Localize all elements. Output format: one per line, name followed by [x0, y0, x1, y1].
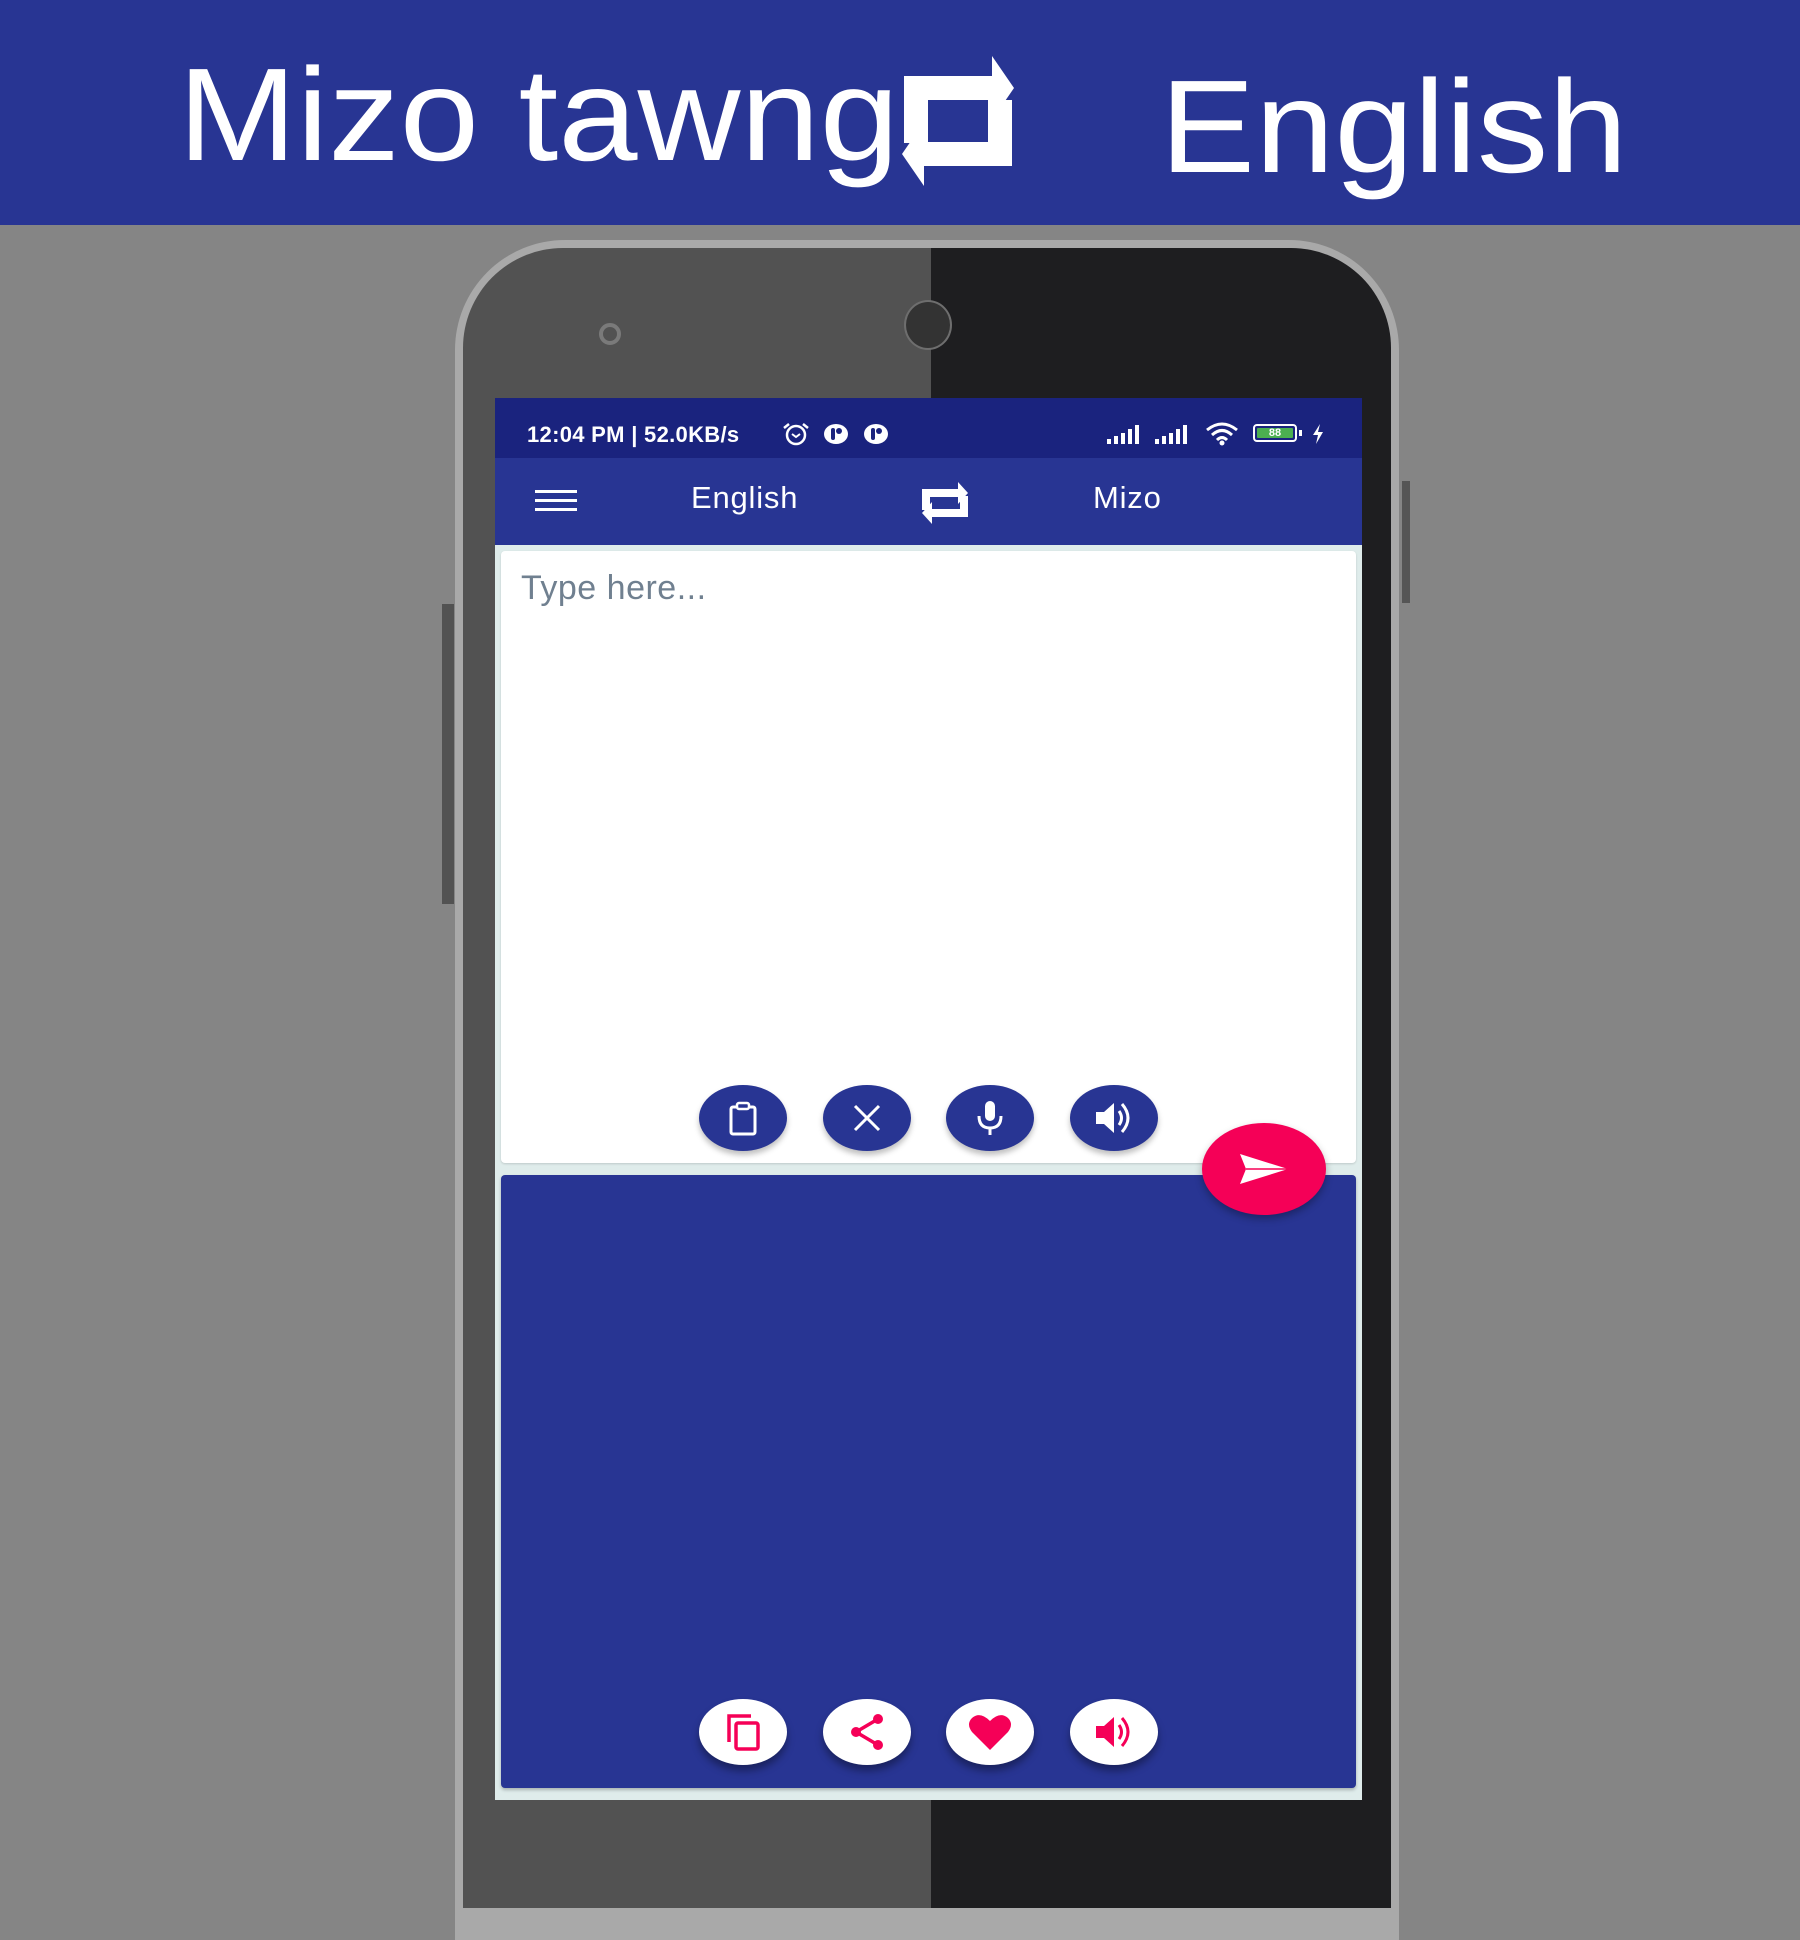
share-button[interactable] [823, 1699, 911, 1765]
translate-send-button[interactable] [1202, 1123, 1326, 1215]
voice-input-button[interactable] [946, 1085, 1034, 1151]
phone-screen: 12:04 PM | 52.0KB/s 88 English Mizo Type… [495, 398, 1362, 1800]
banner-source-language: Mizo tawng [178, 41, 900, 188]
clipboard-icon [729, 1101, 757, 1136]
input-card[interactable]: Type here... [501, 551, 1356, 1163]
from-language-selector[interactable]: English [691, 480, 798, 516]
banner-target-language: English [1160, 53, 1628, 200]
signal-icon [1107, 425, 1139, 444]
paste-button[interactable] [699, 1085, 787, 1151]
notification-app-icon [824, 424, 848, 444]
swap-arrows-icon [902, 56, 1014, 186]
output-card [501, 1175, 1356, 1788]
battery-tip [1299, 430, 1302, 436]
status-bar: 12:04 PM | 52.0KB/s 88 [495, 398, 1362, 458]
copy-button[interactable] [699, 1699, 787, 1765]
notification-app-icon [864, 424, 888, 444]
close-icon [853, 1104, 881, 1132]
favorite-button[interactable] [946, 1699, 1034, 1765]
proximity-sensor [599, 323, 621, 345]
swap-languages-button[interactable] [918, 480, 972, 526]
status-time: 12:04 PM | 52.0KB/s [527, 422, 740, 447]
hamburger-menu-icon[interactable] [535, 490, 577, 512]
volume-button [442, 604, 454, 904]
clear-button[interactable] [823, 1085, 911, 1151]
speaker-icon [1096, 1717, 1130, 1747]
output-text-area [501, 1175, 1356, 1695]
battery-level: 88 [1257, 428, 1293, 439]
front-camera [904, 300, 952, 350]
speaker-icon [1096, 1103, 1130, 1133]
battery-icon: 88 [1253, 424, 1297, 442]
charging-icon [1313, 424, 1323, 444]
copy-icon [727, 1714, 760, 1751]
share-icon [851, 1714, 883, 1750]
power-button [1402, 481, 1410, 603]
heart-icon [969, 1715, 1011, 1750]
wifi-icon [1206, 422, 1238, 446]
input-text-area[interactable]: Type here... [521, 569, 707, 608]
speak-output-button[interactable] [1070, 1699, 1158, 1765]
speak-input-button[interactable] [1070, 1085, 1158, 1151]
signal-icon [1155, 425, 1187, 444]
alarm-icon [783, 423, 809, 446]
microphone-icon [977, 1101, 1003, 1135]
to-language-selector[interactable]: Mizo [1093, 480, 1162, 516]
app-bar: English Mizo [495, 458, 1362, 545]
promo-banner: Mizo tawng English [0, 0, 1800, 225]
send-icon [1240, 1154, 1288, 1184]
